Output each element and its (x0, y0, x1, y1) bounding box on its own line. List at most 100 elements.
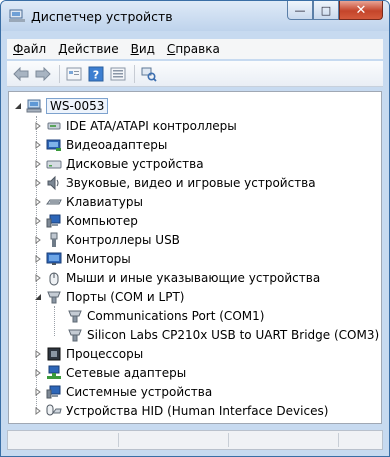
tree-item-label: Мыши и иные указывающие устройства (66, 270, 321, 285)
tree-item-computer[interactable]: Компьютер (33, 211, 138, 230)
computer-icon (26, 98, 42, 114)
device-tree[interactable]: WS-0053 IDE ATA/ATAPI контроллеры Видеоа… (8, 91, 382, 424)
device-manager-window: Диспетчер устройств — □ ✕ Файл Действие … (0, 0, 390, 457)
menu-view[interactable]: Вид (125, 42, 161, 56)
tree-item-monitors[interactable]: Мониторы (33, 249, 131, 268)
expand-arrow-icon[interactable] (33, 140, 43, 150)
expand-arrow-icon[interactable] (33, 387, 43, 397)
details-view-button[interactable] (108, 64, 128, 84)
tree-connector (54, 306, 55, 336)
expand-arrow-icon[interactable] (33, 197, 43, 207)
tree-item-label: Порты (COM и LPT) (66, 289, 185, 304)
port-icon (67, 308, 83, 324)
properties-view-icon (66, 67, 82, 80)
minimize-icon: — (294, 3, 306, 17)
forward-button[interactable] (33, 64, 53, 84)
tree-item-usb[interactable]: Контроллеры USB (33, 230, 180, 249)
tree-item-sound[interactable]: Звуковые, видео и игровые устройства (33, 173, 316, 192)
maximize-button[interactable]: □ (313, 1, 339, 20)
window-title: Диспетчер устройств (31, 9, 173, 24)
menu-bar: Файл Действие Вид Справка (7, 39, 383, 59)
expand-arrow-icon[interactable] (33, 235, 43, 245)
tree-item-ports[interactable]: Порты (COM и LPT) (33, 287, 184, 306)
tree-item-network[interactable]: Сетевые адаптеры (33, 363, 186, 382)
maximize-icon: □ (320, 3, 332, 17)
tree-item-label: Звуковые, видео и игровые устройства (66, 175, 316, 190)
toolbar-separator (134, 64, 135, 83)
tree-item-keyboards[interactable]: Клавиатуры (33, 192, 143, 211)
tree-item-video[interactable]: Видеоадаптеры (33, 135, 167, 154)
monitor-icon (46, 251, 62, 267)
tree-item-label: Дисковые устройства (66, 156, 204, 171)
tree-item-label: Мониторы (66, 251, 131, 266)
expand-arrow-icon[interactable] (33, 178, 43, 188)
svg-text:?: ? (93, 68, 99, 81)
tree-item-system[interactable]: Системные устройства (33, 382, 212, 401)
tree-item-disks[interactable]: Дисковые устройства (33, 154, 204, 173)
computer-name-label: WS-0053 (46, 97, 109, 114)
collapse-arrow-icon[interactable] (33, 292, 43, 302)
sound-icon (46, 175, 62, 191)
tree-item-label: Системные устройства (66, 384, 213, 399)
usb-icon (46, 232, 62, 248)
tree-root[interactable]: WS-0053 (13, 96, 109, 115)
expand-arrow-icon[interactable] (33, 254, 43, 264)
processor-icon (46, 346, 62, 362)
toolbar-separator (59, 64, 60, 83)
display-adapter-icon (46, 137, 62, 153)
tree-item-label: Устройства HID (Human Interface Devices) (66, 403, 329, 418)
expand-arrow-icon[interactable] (33, 368, 43, 378)
port-icon (67, 327, 83, 343)
help-icon: ? (88, 66, 104, 81)
tree-item-label: Silicon Labs CP210x USB to UART Bridge (… (87, 327, 380, 342)
expand-arrow-icon[interactable] (33, 349, 43, 359)
network-adapter-icon (46, 365, 62, 381)
status-panel (8, 433, 119, 447)
status-panel (118, 433, 229, 447)
expand-arrow-icon[interactable] (33, 406, 43, 416)
hid-icon (46, 403, 62, 419)
toolbar: ? (7, 61, 383, 87)
window-controls: — □ ✕ (287, 1, 383, 21)
tree-item-label: Клавиатуры (66, 194, 143, 209)
tree-item-label: Процессоры (66, 346, 144, 361)
expand-arrow-icon[interactable] (33, 216, 43, 226)
help-button[interactable]: ? (86, 64, 106, 84)
close-button[interactable]: ✕ (339, 1, 383, 20)
expand-arrow-icon[interactable] (33, 121, 43, 131)
tree-item-ide[interactable]: IDE ATA/ATAPI контроллеры (33, 116, 237, 135)
minimize-button[interactable]: — (287, 1, 313, 20)
menu-file[interactable]: Файл (7, 42, 52, 56)
tree-item-label: Видеоадаптеры (66, 137, 168, 152)
ide-controller-icon (46, 118, 62, 134)
tree-item-com1[interactable]: Communications Port (COM1) (67, 306, 264, 325)
expand-arrow-icon[interactable] (33, 273, 43, 283)
back-button[interactable] (11, 64, 31, 84)
forward-icon (35, 66, 51, 81)
computer-icon (46, 213, 62, 229)
expand-arrow-icon[interactable] (33, 159, 43, 169)
status-bar (7, 430, 383, 450)
tree-item-label: Компьютер (66, 213, 138, 228)
tree-item-label: Сетевые адаптеры (66, 365, 187, 380)
close-icon: ✕ (355, 2, 367, 18)
title-bar[interactable]: Диспетчер устройств — □ ✕ (1, 1, 389, 31)
port-icon (46, 289, 62, 305)
tree-item-com3[interactable]: Silicon Labs CP210x USB to UART Bridge (… (67, 325, 379, 344)
tree-item-label: IDE ATA/ATAPI контроллеры (66, 118, 237, 133)
collapse-arrow-icon[interactable] (13, 101, 23, 111)
back-icon (13, 66, 29, 81)
tree-item-hid[interactable]: Устройства HID (Human Interface Devices) (33, 401, 328, 420)
system-device-icon (46, 384, 62, 400)
tree-item-label: Контроллеры USB (66, 232, 180, 247)
tree-item-mice[interactable]: Мыши и иные указывающие устройства (33, 268, 320, 287)
tree-item-processors[interactable]: Процессоры (33, 344, 143, 363)
mouse-icon (46, 270, 62, 286)
properties-view-button[interactable] (64, 64, 84, 84)
scan-hardware-button[interactable] (139, 64, 159, 84)
menu-action[interactable]: Действие (52, 42, 124, 56)
disk-drive-icon (46, 156, 62, 172)
menu-help[interactable]: Справка (161, 42, 226, 56)
tree-item-label: Communications Port (COM1) (87, 308, 265, 323)
keyboard-icon (46, 194, 62, 210)
